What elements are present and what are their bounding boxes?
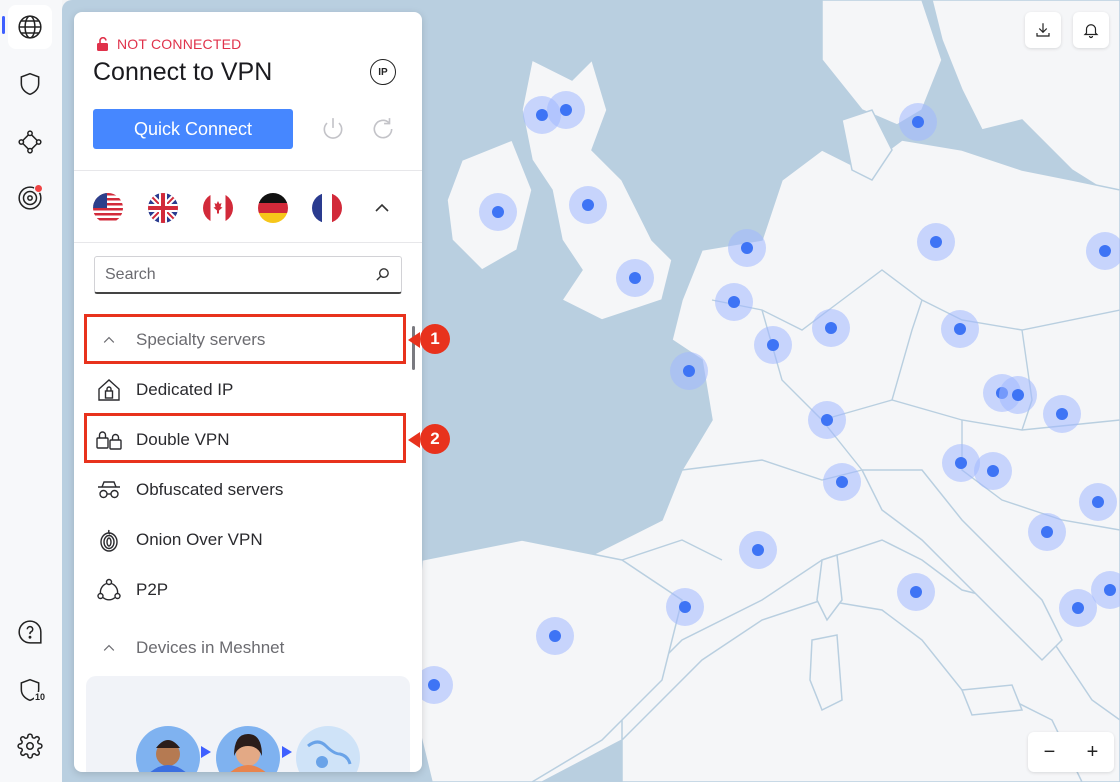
notification-dot <box>34 184 43 193</box>
annotation-number-1: 1 <box>420 324 450 354</box>
search-input[interactable] <box>105 265 355 284</box>
annotation-pointer-2 <box>408 432 420 448</box>
dedicated-ip-icon <box>94 375 124 405</box>
item-label: Dedicated IP <box>136 380 234 399</box>
server-pin[interactable] <box>1086 232 1120 270</box>
server-pin[interactable] <box>728 229 766 267</box>
zoom-out-button[interactable]: − <box>1028 732 1071 772</box>
reconnect-icon[interactable] <box>370 116 396 142</box>
globe-icon[interactable] <box>8 5 52 49</box>
meshnet-illustration <box>136 726 360 772</box>
power-icon[interactable] <box>320 116 346 142</box>
us-flag[interactable] <box>93 193 123 223</box>
divider <box>74 170 422 171</box>
server-pin[interactable] <box>1059 589 1097 627</box>
zoom-in-button[interactable]: + <box>1071 732 1114 772</box>
chevron-up-icon <box>94 633 124 663</box>
list-item-dedicated-ip[interactable]: Dedicated IP <box>94 368 404 412</box>
uk-flag[interactable] <box>148 193 178 223</box>
annotation-number-2: 2 <box>420 424 450 454</box>
server-pin[interactable] <box>1028 513 1066 551</box>
annotation-box-2 <box>84 413 406 463</box>
threat-count: 10 <box>34 692 47 702</box>
list-item-obfuscated[interactable]: Obfuscated servers <box>94 468 404 512</box>
settings-icon[interactable] <box>8 724 52 768</box>
threat-protection-icon[interactable]: 10 <box>8 668 52 712</box>
annotation-box-1 <box>84 314 406 364</box>
shield-icon[interactable] <box>8 62 52 106</box>
left-rail: 10 <box>0 0 62 782</box>
meshnet-devices-header[interactable]: Devices in Meshnet <box>94 626 404 670</box>
bell-icon <box>1083 24 1099 39</box>
server-pin[interactable] <box>808 401 846 439</box>
obfuscated-icon <box>94 475 124 505</box>
server-pin[interactable] <box>739 531 777 569</box>
onion-icon <box>94 525 124 555</box>
list-item-onion-over-vpn[interactable]: Onion Over VPN <box>94 518 404 562</box>
meshnet-icon[interactable] <box>8 120 52 164</box>
canada-flag[interactable] <box>203 193 233 223</box>
zoom-controls: − + <box>1028 732 1114 772</box>
france-flag[interactable] <box>312 193 342 223</box>
server-pin[interactable] <box>941 310 979 348</box>
server-pin[interactable] <box>536 617 574 655</box>
quick-connect-button[interactable]: Quick Connect <box>93 109 293 149</box>
panel-title: Connect to VPN <box>93 58 273 86</box>
section-label: Devices in Meshnet <box>136 638 285 657</box>
active-indicator <box>2 16 5 34</box>
download-button[interactable] <box>1025 12 1061 48</box>
server-pin[interactable] <box>670 352 708 390</box>
divider <box>74 242 422 243</box>
ip-button[interactable]: IP <box>370 59 396 85</box>
server-pin[interactable] <box>899 103 937 141</box>
list-item-p2p[interactable]: P2P <box>94 568 404 612</box>
search-field[interactable] <box>94 256 402 294</box>
status-text: NOT CONNECTED <box>117 36 242 52</box>
server-pin[interactable] <box>917 223 955 261</box>
server-pin[interactable] <box>823 463 861 501</box>
chevron-up-icon[interactable] <box>372 198 392 218</box>
germany-flag[interactable] <box>258 193 288 223</box>
server-pin[interactable] <box>1043 395 1081 433</box>
p2p-icon <box>94 575 124 605</box>
server-pin[interactable] <box>715 283 753 321</box>
notifications-button[interactable] <box>1073 12 1109 48</box>
server-pin[interactable] <box>897 573 935 611</box>
search-icon <box>376 268 389 281</box>
download-icon <box>1036 23 1050 37</box>
unlocked-icon <box>97 37 108 51</box>
item-label: Onion Over VPN <box>136 530 263 549</box>
help-icon[interactable] <box>8 610 52 654</box>
item-label: Obfuscated servers <box>136 480 284 499</box>
server-pin[interactable] <box>812 309 850 347</box>
server-pin[interactable] <box>547 91 585 129</box>
connection-panel: NOT CONNECTED Connect to VPN IP Quick Co… <box>74 12 422 772</box>
server-pin[interactable] <box>754 326 792 364</box>
server-pin[interactable] <box>974 452 1012 490</box>
annotation-pointer-1 <box>408 332 420 348</box>
server-pin[interactable] <box>569 186 607 224</box>
server-pin[interactable] <box>999 376 1037 414</box>
server-pin[interactable] <box>479 193 517 231</box>
server-pin[interactable] <box>666 588 704 626</box>
item-label: P2P <box>136 580 169 599</box>
connection-status: NOT CONNECTED <box>96 36 241 52</box>
server-pin[interactable] <box>616 259 654 297</box>
meshnet-promo-card <box>86 676 410 772</box>
server-pin[interactable] <box>1079 483 1117 521</box>
target-icon[interactable] <box>8 176 52 220</box>
